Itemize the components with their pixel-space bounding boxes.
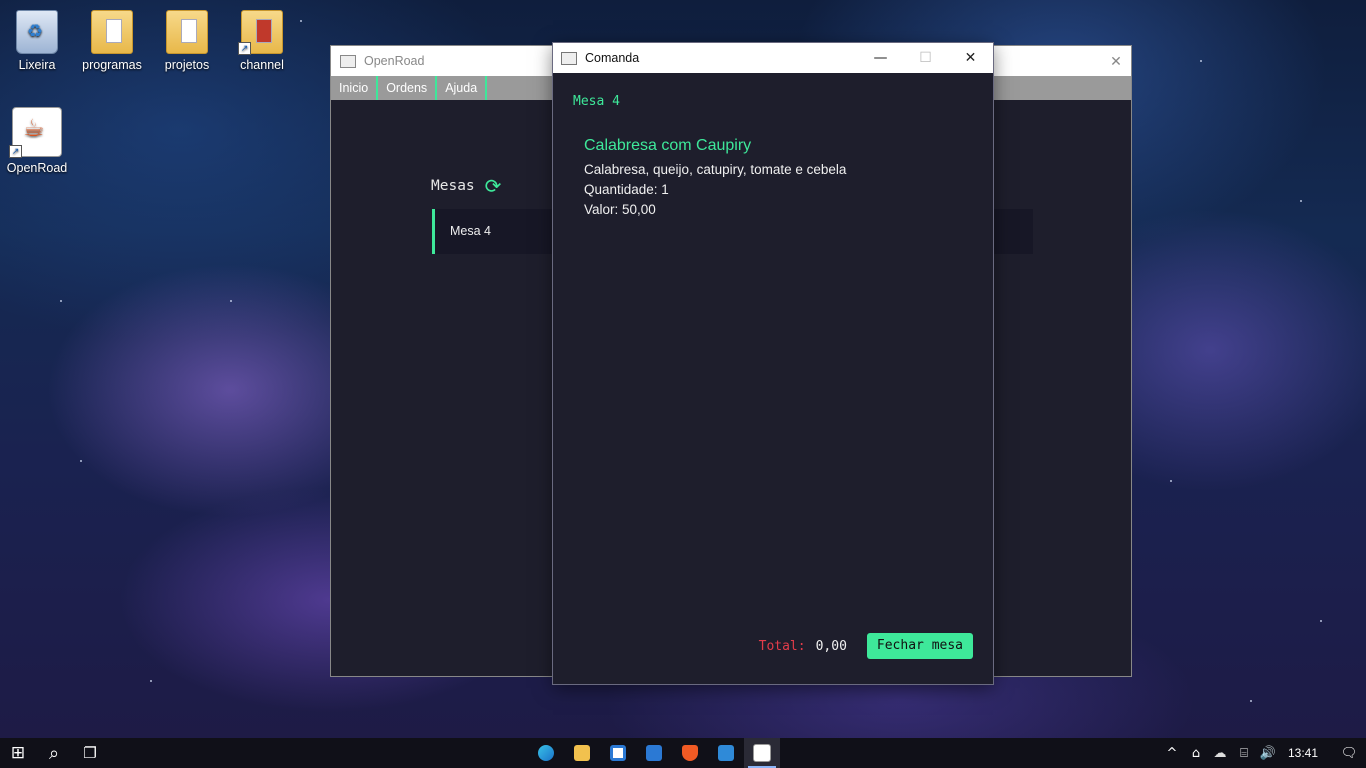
notification-icon[interactable]: 🗨 <box>1332 746 1366 761</box>
search-icon[interactable]: ⌕ <box>36 738 72 768</box>
folder-icon <box>166 10 208 54</box>
desktop-icon-lixeira[interactable]: Lixeira <box>2 10 72 72</box>
folder-icon <box>91 10 133 54</box>
task-view-icon[interactable]: ❐ <box>72 738 108 768</box>
mesas-header: Mesas ⟳ <box>431 176 501 196</box>
item-name: Calabresa com Caupiry <box>584 137 752 154</box>
item-value: Valor: 50,00 <box>584 202 656 217</box>
window-app-icon <box>561 51 577 65</box>
mesas-title: Mesas <box>431 178 475 194</box>
comanda-footer: Total: 0,00 Fechar mesa <box>759 633 973 659</box>
item-description: Calabresa, queijo, catupiry, tomate e ce… <box>584 162 847 177</box>
desktop-icon-channel[interactable]: ↗ channel <box>227 10 297 72</box>
mail-icon[interactable] <box>636 738 672 768</box>
java-app-icon: ↗ <box>9 107 62 158</box>
meet-now-icon[interactable]: ⌂ <box>1184 746 1208 761</box>
chevron-up-icon[interactable]: ^ <box>1160 746 1184 761</box>
shortcut-arrow-icon: ↗ <box>9 145 22 158</box>
windows-start-icon[interactable]: ⊞ <box>0 738 36 768</box>
desktop-icon-label: channel <box>240 58 284 72</box>
desktop-icon-label: projetos <box>164 58 210 72</box>
window-title: Comanda <box>585 51 640 65</box>
desktop-icon-programas[interactable]: programas <box>77 10 147 72</box>
window-app-icon <box>340 54 356 68</box>
brave-icon[interactable] <box>672 738 708 768</box>
maximize-icon: ☐ <box>919 50 932 66</box>
desktop-icon-openroad[interactable]: ↗ OpenRoad <box>2 107 72 175</box>
desktop-icon-label: OpenRoad <box>6 161 68 175</box>
window-title: OpenRoad <box>364 54 425 68</box>
folder-shortcut-icon: ↗ <box>238 10 283 55</box>
taskbar: ⊞ ⌕ ❐ ^ ⌂ ☁ ⌸ 🔊 13:41 🗨 <box>0 738 1366 768</box>
desktop-icon-label: Lixeira <box>18 58 56 72</box>
total-label: Total: <box>758 638 806 654</box>
fechar-mesa-button[interactable]: Fechar mesa <box>866 633 973 659</box>
edge-icon[interactable] <box>528 738 564 768</box>
mesa-label: Mesa 4 <box>573 94 620 109</box>
clock[interactable]: 13:41 <box>1280 746 1332 760</box>
network-icon[interactable]: ⌸ <box>1232 746 1256 761</box>
volume-icon[interactable]: 🔊 <box>1256 746 1280 761</box>
table-row-label: Mesa 4 <box>450 224 491 238</box>
desktop-icon-projetos[interactable]: projetos <box>152 10 222 72</box>
file-explorer-icon[interactable] <box>564 738 600 768</box>
system-tray: ^ ⌂ ☁ ⌸ 🔊 13:41 🗨 <box>1160 746 1366 761</box>
comanda-titlebar[interactable]: Comanda — ☐ ✕ <box>553 43 993 73</box>
desktop-icon-label: programas <box>82 58 142 72</box>
close-icon[interactable]: ✕ <box>948 43 993 73</box>
store-icon[interactable] <box>600 738 636 768</box>
refresh-icon[interactable]: ⟳ <box>485 176 502 196</box>
minimize-icon[interactable]: — <box>858 43 903 73</box>
menu-ajuda[interactable]: Ajuda <box>437 76 488 100</box>
recycle-bin-icon <box>16 10 58 54</box>
close-icon[interactable]: ✕ <box>1101 53 1131 70</box>
java-app-icon[interactable] <box>744 738 780 768</box>
item-quantity: Quantidade: 1 <box>584 182 669 197</box>
comanda-window[interactable]: Comanda — ☐ ✕ Mesa 4 Calabresa com Caupi… <box>553 43 993 684</box>
vscode-icon[interactable] <box>708 738 744 768</box>
order-item: Calabresa com Caupiry Calabresa, queijo,… <box>584 137 846 220</box>
menu-ordens[interactable]: Ordens <box>378 76 438 100</box>
total-value: 0,00 <box>815 638 847 654</box>
shortcut-arrow-icon: ↗ <box>238 42 251 55</box>
onedrive-icon[interactable]: ☁ <box>1208 746 1232 761</box>
menu-inicio[interactable]: Inicio <box>331 76 379 100</box>
